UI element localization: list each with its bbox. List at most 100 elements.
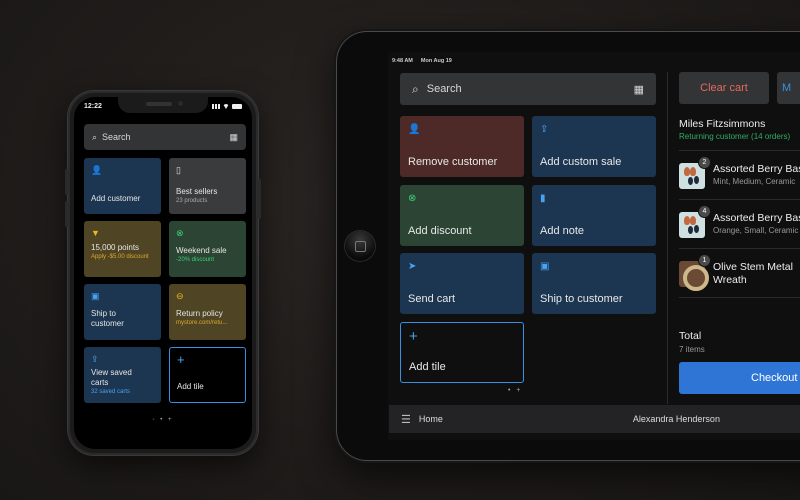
- person-icon: 👤: [91, 165, 103, 175]
- phone-status-bar: 12:22: [84, 103, 242, 110]
- tile-label: Add custom sale: [540, 156, 622, 168]
- phone-side-button: [65, 201, 68, 227]
- tile-label: Ship to customer: [540, 293, 623, 305]
- total-label: Total: [679, 330, 702, 342]
- quantity-badge: 4: [699, 206, 710, 217]
- item-name: Olive Stem Metal Wreath: [713, 261, 793, 286]
- send-icon: ➤: [408, 261, 417, 272]
- person-icon: 👤: [408, 124, 421, 135]
- item-name: Assorted Berry Bas: [713, 212, 800, 224]
- item-thumbnail: 2: [679, 157, 710, 189]
- page-indicator[interactable]: ◦ • +: [74, 417, 252, 423]
- search-icon: ⌕: [92, 131, 98, 142]
- phone-side-button: [65, 169, 68, 195]
- tile-title: Add tile: [177, 382, 204, 391]
- note-icon: ▮: [540, 192, 546, 204]
- phone-device: 12:22 ⌕ Search ▦ 👤 Add customer ▯ Best s…: [65, 91, 261, 455]
- tile-weekend-sale[interactable]: ⊗ Weekend sale -20% discount: [169, 221, 246, 277]
- tile-title: View saved carts: [91, 368, 132, 387]
- tile-add-customer[interactable]: 👤 Add customer: [84, 158, 161, 214]
- item-variant: Mint, Medium, Ceramic: [713, 177, 796, 186]
- rewards-icon: ▼: [91, 228, 100, 238]
- home-button[interactable]: [345, 231, 375, 261]
- phone-screen: 12:22 ⌕ Search ▦ 👤 Add customer ▯ Best s…: [74, 97, 252, 449]
- tablet-screen: 9:48 AM Mon Aug 19 ⌕ Search ▦ 👤 Remove cu…: [388, 52, 800, 440]
- search-icon: ⌕: [412, 81, 419, 96]
- page-indicator[interactable]: • +: [508, 387, 522, 394]
- tile-title: 15,000 points: [91, 243, 140, 252]
- tile-ship-to-customer[interactable]: ▣ Ship to customer: [84, 284, 161, 340]
- discount-icon: ⊗: [176, 228, 184, 238]
- tile-add-tile[interactable]: + Add tile: [400, 321, 524, 383]
- cart-item[interactable]: 2 Assorted Berry Bas Mint, Medium, Ceram…: [679, 151, 800, 200]
- discount-icon: ⊗: [408, 192, 417, 204]
- signal-icon: [212, 104, 220, 109]
- home-link[interactable]: Home: [419, 414, 443, 424]
- shipping-icon: ▣: [91, 291, 100, 301]
- cart-item[interactable]: 4 Assorted Berry Bas Orange, Small, Cera…: [679, 200, 800, 249]
- tablet-search-bar[interactable]: ⌕ Search ▦: [400, 73, 656, 105]
- phone-power-button: [258, 179, 261, 219]
- tile-add-note[interactable]: ▮ Add note: [532, 184, 656, 246]
- tile-label: Add note: [540, 224, 585, 237]
- phone-search-bar[interactable]: ⌕ Search ▦: [84, 124, 246, 150]
- plus-icon: +: [409, 327, 418, 345]
- tablet-status-bar: 9:48 AM Mon Aug 19: [392, 58, 460, 64]
- quantity-badge: 1: [699, 255, 710, 266]
- tile-title: Weekend sale: [176, 246, 227, 255]
- shipping-icon: ▣: [540, 261, 550, 272]
- plus-icon: +: [177, 352, 185, 367]
- panel-divider: [667, 72, 668, 404]
- current-user[interactable]: Alexandra Henderson: [633, 414, 720, 424]
- cart-item[interactable]: 1 Olive Stem Metal Wreath: [679, 249, 800, 298]
- bottom-nav-bar: ☰ Home Alexandra Henderson: [389, 405, 800, 433]
- tile-best-sellers[interactable]: ▯ Best sellers 23 products: [169, 158, 246, 214]
- phone-tile-grid: 👤 Add customer ▯ Best sellers 23 product…: [84, 158, 246, 403]
- tile-view-saved-carts[interactable]: ⇪ View saved carts 32 saved carts: [84, 347, 161, 403]
- item-name: Assorted Berry Bas: [713, 163, 800, 175]
- customer-status: Returning customer (14 orders): [679, 132, 791, 141]
- clear-cart-button[interactable]: Clear cart: [679, 72, 769, 104]
- tile-add-discount[interactable]: ⊗ Add discount: [400, 184, 524, 246]
- product-icon: ▯: [176, 165, 181, 175]
- tile-subtitle: mystore.com/retu...: [176, 320, 228, 326]
- more-button[interactable]: M: [777, 72, 800, 104]
- tile-subtitle: -20% discount: [176, 257, 215, 263]
- tile-label: Send cart: [408, 293, 456, 305]
- wifi-icon: [223, 104, 229, 109]
- tile-return-policy[interactable]: ⊖ Return policy mystore.com/retu...: [169, 284, 246, 340]
- cart-panel: Clear cart M Miles Fitzsimmons Returning…: [679, 72, 800, 298]
- search-placeholder: Search: [102, 132, 131, 142]
- tile-title: Best sellers: [176, 187, 218, 196]
- item-thumbnail: 4: [679, 206, 710, 238]
- search-placeholder: Search: [426, 83, 462, 95]
- tile-remove-customer[interactable]: 👤 Remove customer: [400, 116, 524, 177]
- barcode-scan-icon[interactable]: ▦: [634, 83, 644, 96]
- item-thumbnail: 1: [679, 255, 710, 291]
- cart-total: Total 7 items: [679, 330, 705, 354]
- tile-ship-to-customer[interactable]: ▣ Ship to customer: [532, 253, 656, 314]
- tablet-time: 9:48 AM: [392, 58, 413, 64]
- tile-title: Return policy: [176, 309, 223, 318]
- checkout-button[interactable]: Checkout: [679, 362, 800, 394]
- tile-send-cart[interactable]: ➤ Send cart: [400, 253, 524, 314]
- tile-points[interactable]: ▼ 15,000 points Apply -$5.00 discount: [84, 221, 161, 277]
- tablet-device: 9:48 AM Mon Aug 19 ⌕ Search ▦ 👤 Remove cu…: [337, 32, 800, 460]
- customer-name[interactable]: Miles Fitzsimmons: [679, 118, 800, 130]
- menu-icon[interactable]: ☰: [401, 413, 411, 426]
- item-variant: Orange, Small, Ceramic: [713, 226, 799, 235]
- tile-label: Add tile: [409, 360, 446, 373]
- barcode-scan-icon[interactable]: ▦: [229, 132, 238, 143]
- tile-subtitle: Apply -$5.00 discount: [91, 254, 149, 260]
- tile-add-tile[interactable]: + Add tile: [169, 347, 246, 403]
- phone-time: 12:22: [84, 103, 102, 110]
- tile-subtitle: 23 products: [176, 198, 208, 204]
- quantity-badge: 2: [699, 157, 710, 168]
- tile-label: Add discount: [408, 224, 472, 237]
- custom-sale-icon: ⇪: [540, 124, 549, 135]
- tile-label: Remove customer: [408, 156, 498, 168]
- battery-icon: [232, 104, 242, 109]
- tile-add-custom-sale[interactable]: ⇪ Add custom sale: [532, 116, 656, 177]
- tile-title: Ship to customer: [91, 309, 124, 328]
- saved-carts-icon: ⇪: [91, 354, 99, 364]
